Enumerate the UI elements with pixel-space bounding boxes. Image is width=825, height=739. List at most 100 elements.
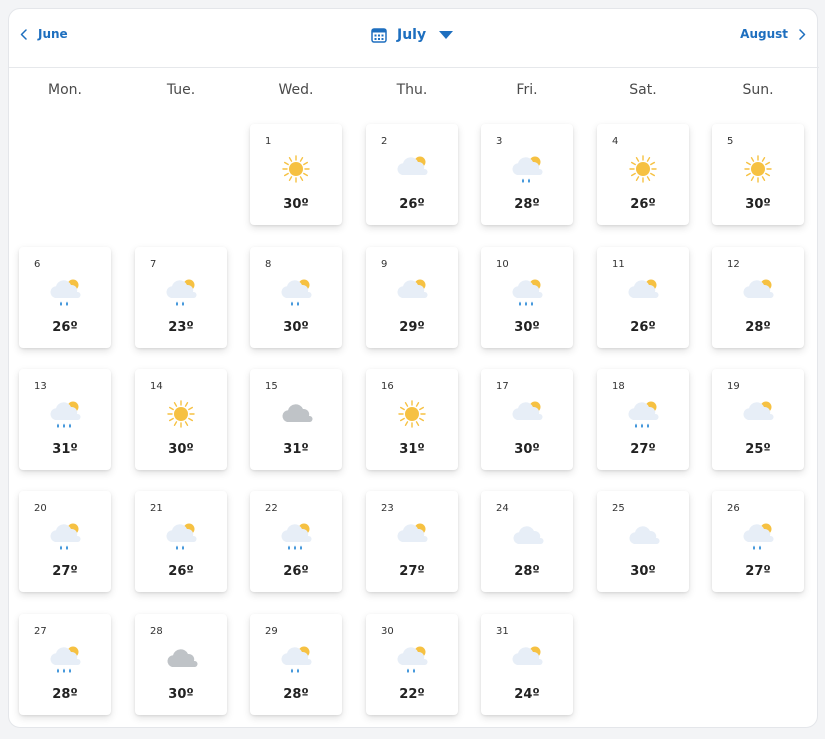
day-card[interactable]: 23 27º xyxy=(366,491,458,592)
temperature: 30º xyxy=(745,197,771,212)
day-number: 15 xyxy=(265,381,278,392)
temperature: 29º xyxy=(399,320,425,335)
temperature: 28º xyxy=(745,320,771,335)
temperature: 31º xyxy=(283,442,309,457)
day-card[interactable]: 22 26º xyxy=(250,491,342,592)
day-card[interactable]: 16 31º xyxy=(366,369,458,470)
partly-cloudy-icon xyxy=(741,275,775,309)
day-card[interactable]: 14 30º xyxy=(135,369,227,470)
temperature: 30º xyxy=(514,442,540,457)
weekday-label: Tue. xyxy=(166,82,196,98)
day-card[interactable]: 4 26º xyxy=(597,124,689,225)
day-card[interactable]: 11 26º xyxy=(597,247,689,348)
weekday-label: Sun. xyxy=(742,82,774,98)
temperature: 27º xyxy=(745,564,771,579)
temperature: 22º xyxy=(399,687,425,702)
day-number: 13 xyxy=(34,381,47,392)
day-card[interactable]: 7 23º xyxy=(135,247,227,348)
rain-showers-icon xyxy=(741,519,775,553)
temperature: 30º xyxy=(283,320,309,335)
heavy-rain-icon xyxy=(510,275,544,309)
day-number: 6 xyxy=(34,259,41,270)
next-month-link[interactable]: August xyxy=(740,27,806,41)
day-number: 4 xyxy=(612,136,619,147)
day-card[interactable]: 8 30º xyxy=(250,247,342,348)
day-number: 27 xyxy=(34,626,47,637)
day-card[interactable]: 18 27º xyxy=(597,369,689,470)
day-number: 3 xyxy=(496,136,503,147)
day-card[interactable]: 30 22º xyxy=(366,614,458,715)
day-number: 23 xyxy=(381,503,394,514)
day-card[interactable]: 2 26º xyxy=(366,124,458,225)
partly-cloudy-icon xyxy=(510,397,544,431)
day-card[interactable]: 9 29º xyxy=(366,247,458,348)
day-card[interactable]: 28 30º xyxy=(135,614,227,715)
day-card[interactable]: 12 28º xyxy=(712,247,804,348)
partly-cloudy-icon xyxy=(395,152,429,186)
day-number: 7 xyxy=(150,259,157,270)
partly-cloudy-icon xyxy=(395,519,429,553)
sun-icon xyxy=(279,152,313,186)
day-card[interactable]: 24 28º xyxy=(481,491,573,592)
day-number: 31 xyxy=(496,626,509,637)
temperature: 26º xyxy=(52,320,78,335)
rain-showers-icon xyxy=(48,275,82,309)
day-card[interactable]: 15 31º xyxy=(250,369,342,470)
day-card[interactable]: 26 27º xyxy=(712,491,804,592)
weekday-label: Fri. xyxy=(516,82,538,98)
weekday-label: Thu. xyxy=(396,82,428,98)
month-navigation-bar: June July August xyxy=(9,9,819,68)
day-number: 25 xyxy=(612,503,625,514)
overcast-cloud-icon xyxy=(164,642,198,676)
day-number: 29 xyxy=(265,626,278,637)
day-number: 22 xyxy=(265,503,278,514)
day-card[interactable]: 20 27º xyxy=(19,491,111,592)
day-number: 5 xyxy=(727,136,734,147)
day-number: 14 xyxy=(150,381,163,392)
heavy-rain-icon xyxy=(279,519,313,553)
temperature: 30º xyxy=(283,197,309,212)
day-card[interactable]: 17 30º xyxy=(481,369,573,470)
day-card[interactable]: 10 30º xyxy=(481,247,573,348)
day-card[interactable]: 3 28º xyxy=(481,124,573,225)
rain-showers-icon xyxy=(48,519,82,553)
caret-down-icon xyxy=(439,31,454,39)
chevron-left-icon xyxy=(20,28,27,40)
day-number: 28 xyxy=(150,626,163,637)
month-dropdown[interactable]: July xyxy=(371,27,454,43)
temperature: 31º xyxy=(399,442,425,457)
day-card[interactable]: 19 25º xyxy=(712,369,804,470)
day-number: 11 xyxy=(612,259,625,270)
day-card[interactable]: 29 28º xyxy=(250,614,342,715)
day-card[interactable]: 21 26º xyxy=(135,491,227,592)
day-number: 17 xyxy=(496,381,509,392)
rain-showers-icon xyxy=(164,275,198,309)
heavy-rain-icon xyxy=(48,397,82,431)
day-number: 1 xyxy=(265,136,272,147)
day-card[interactable]: 25 30º xyxy=(597,491,689,592)
sun-icon xyxy=(626,152,660,186)
day-number: 18 xyxy=(612,381,625,392)
partly-cloudy-icon xyxy=(741,397,775,431)
temperature: 23º xyxy=(168,320,194,335)
day-number: 26 xyxy=(727,503,740,514)
day-card[interactable]: 6 26º xyxy=(19,247,111,348)
previous-month-link[interactable]: June xyxy=(20,27,68,41)
day-number: 24 xyxy=(496,503,509,514)
calendar-icon xyxy=(371,27,387,43)
day-number: 16 xyxy=(381,381,394,392)
cloud-icon xyxy=(510,519,544,553)
day-number: 9 xyxy=(381,259,388,270)
day-number: 8 xyxy=(265,259,272,270)
partly-cloudy-icon xyxy=(626,275,660,309)
overcast-cloud-icon xyxy=(279,397,313,431)
temperature: 28º xyxy=(52,687,78,702)
day-card[interactable]: 13 31º xyxy=(19,369,111,470)
day-card[interactable]: 1 30º xyxy=(250,124,342,225)
cloud-icon xyxy=(626,519,660,553)
day-card[interactable]: 31 24º xyxy=(481,614,573,715)
day-card[interactable]: 5 30º xyxy=(712,124,804,225)
day-card[interactable]: 27 28º xyxy=(19,614,111,715)
temperature: 30º xyxy=(514,320,540,335)
temperature: 24º xyxy=(514,687,540,702)
